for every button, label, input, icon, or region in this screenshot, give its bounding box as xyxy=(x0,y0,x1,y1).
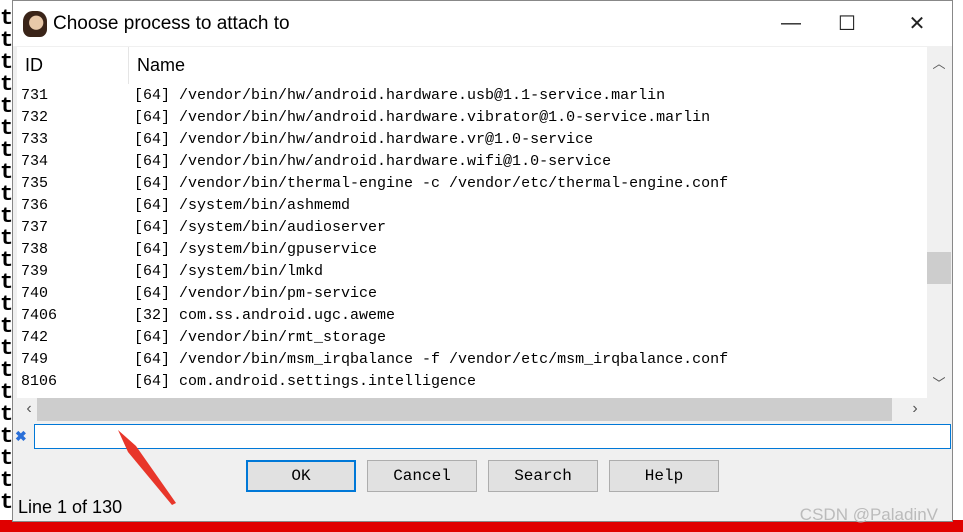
annotation-arrow xyxy=(118,430,176,505)
